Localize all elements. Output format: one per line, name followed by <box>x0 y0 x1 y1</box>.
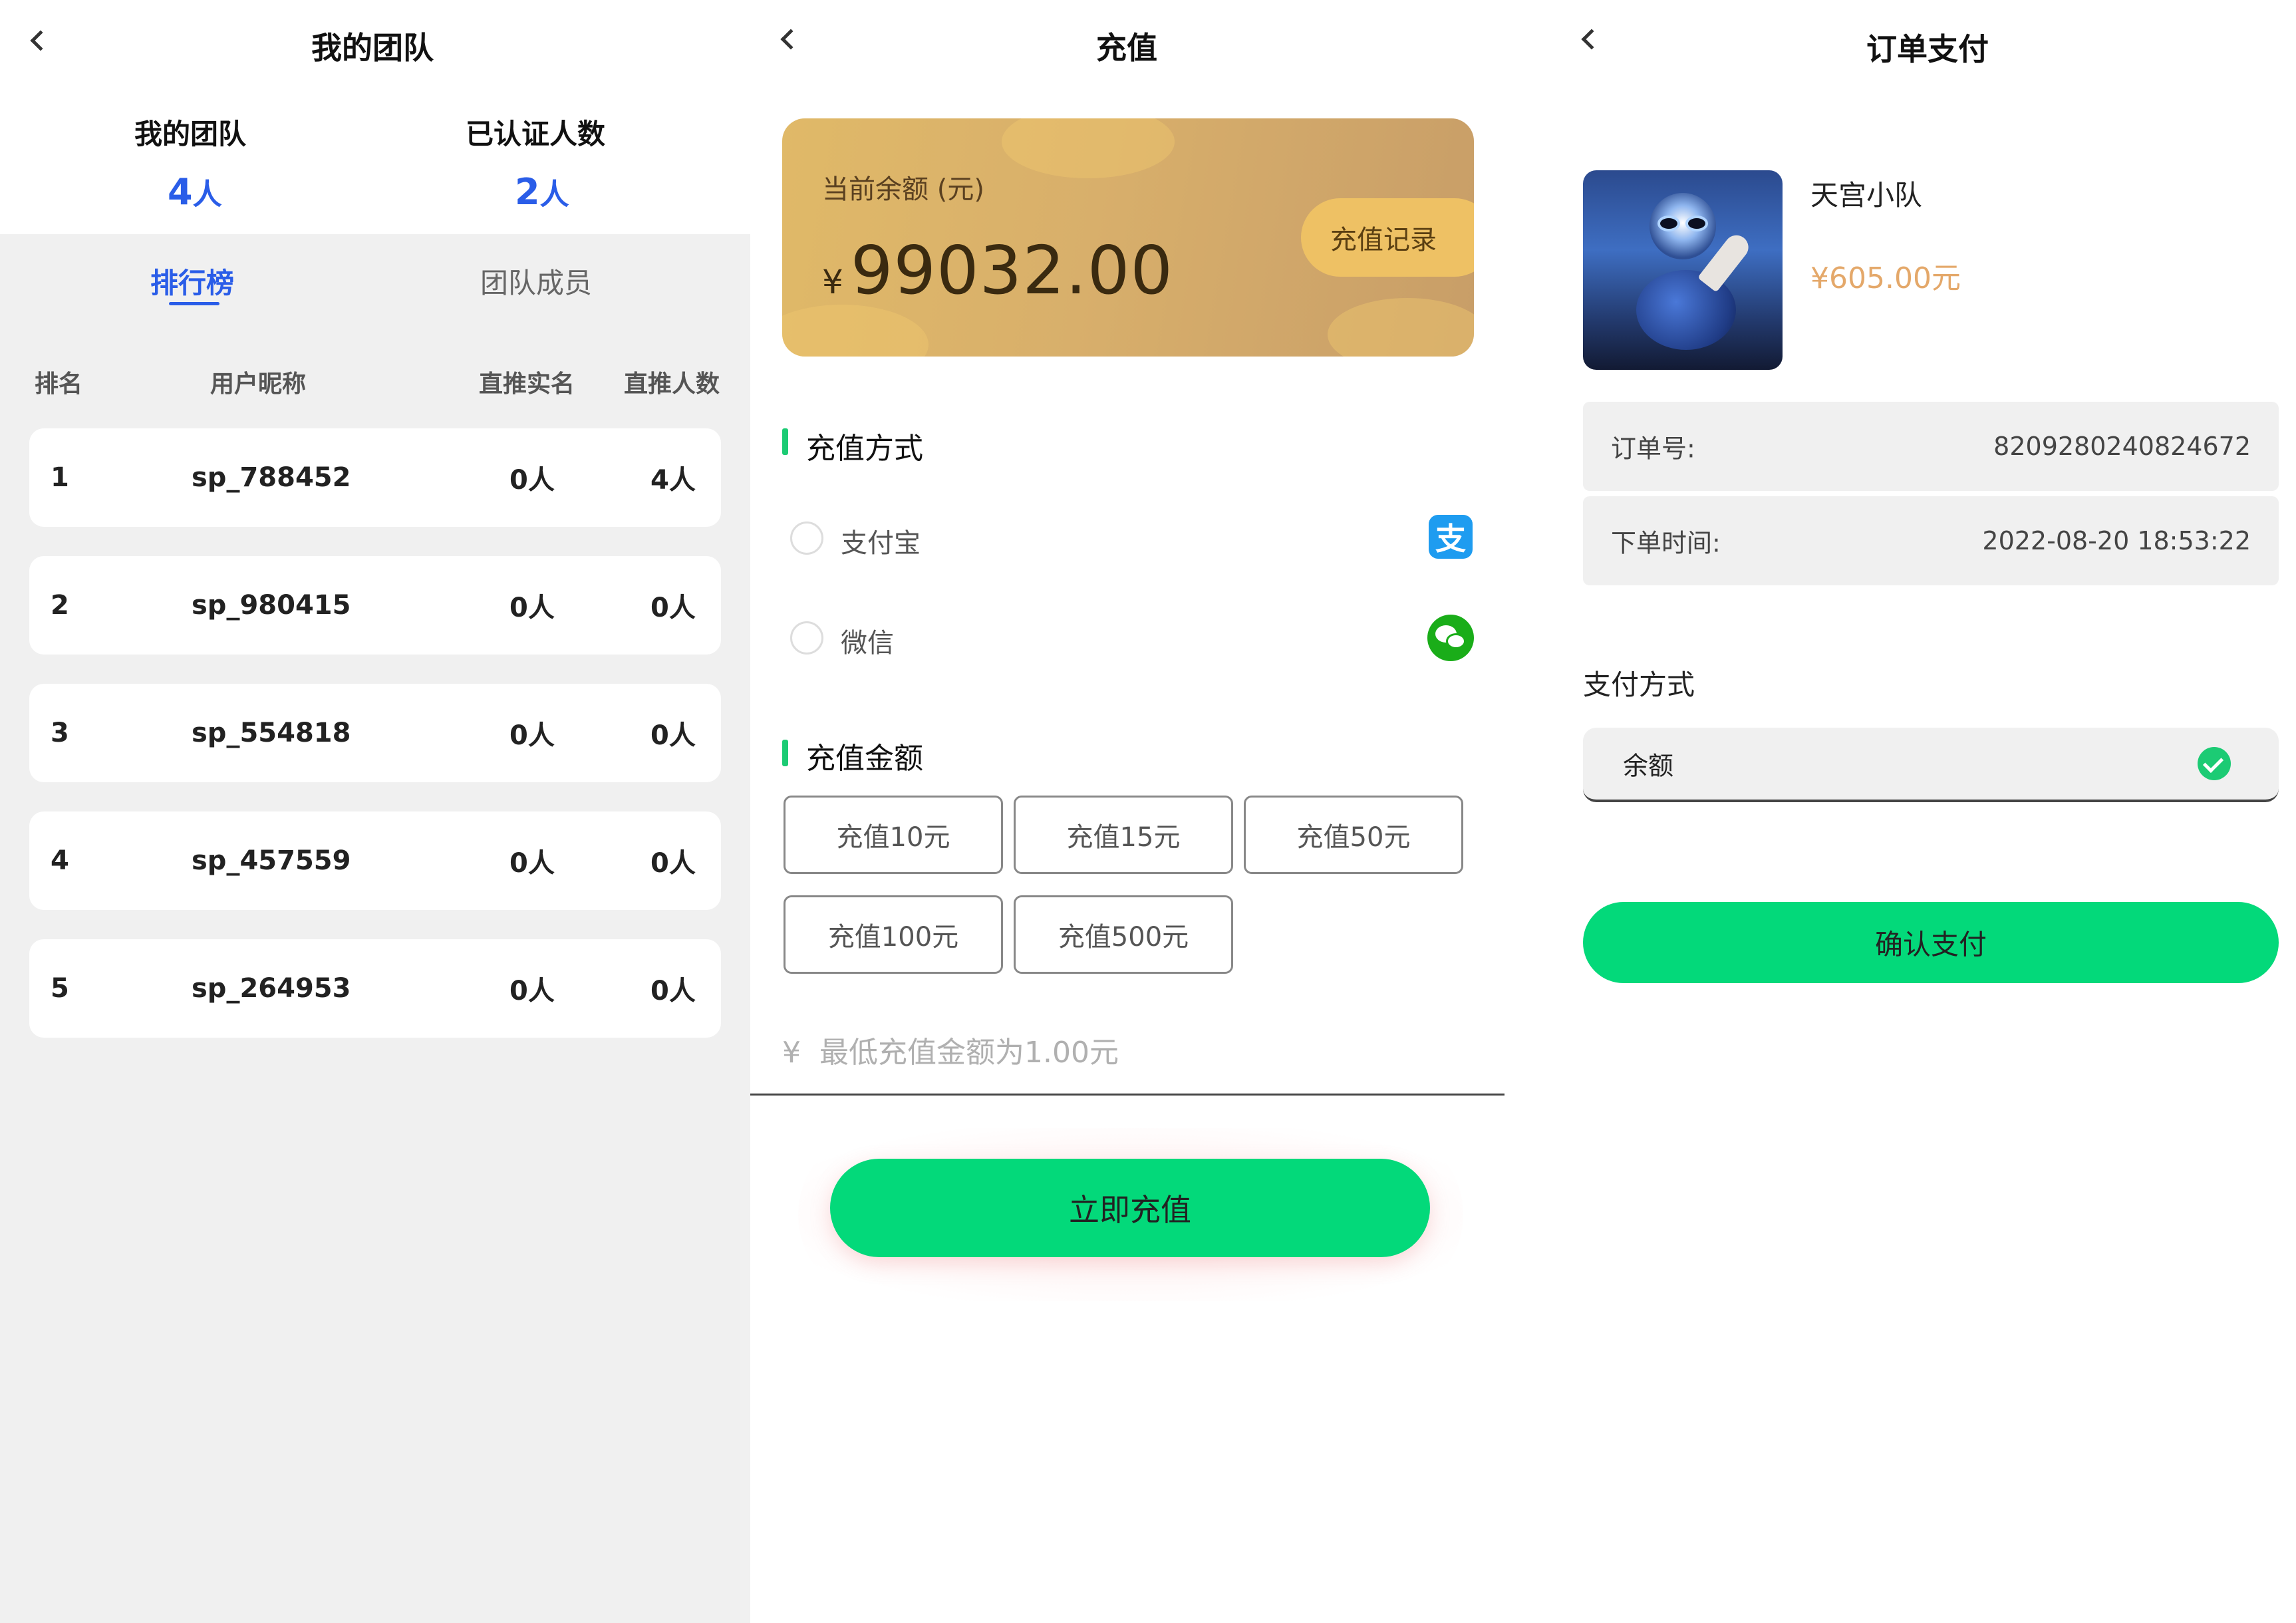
team-header-area: 我的团队 我的团队 4人 已认证人数 2人 <box>0 0 750 234</box>
alipay-radio[interactable] <box>790 521 823 555</box>
custom-amount-input[interactable]: ¥ 最低充值金额为1.00元 <box>782 1028 1119 1071</box>
column-header-rank: 排名 <box>35 370 83 398</box>
row-rank: 3 <box>51 718 69 748</box>
product-image <box>1583 170 1783 370</box>
back-icon[interactable] <box>780 29 801 50</box>
row-nickname: sp_554818 <box>192 718 351 748</box>
team-count-label: 我的团队 <box>134 118 247 150</box>
amount-option-10[interactable]: 充值10元 <box>784 796 1003 874</box>
currency-prefix: ¥ <box>782 1036 801 1070</box>
row-direct: 4人 <box>650 465 696 496</box>
robot-shape <box>1650 193 1716 259</box>
amount-placeholder: 最低充值金额为1.00元 <box>819 1036 1119 1070</box>
input-underline <box>750 1094 1505 1096</box>
row-rank: 5 <box>51 973 69 1004</box>
recharge-now-button[interactable]: 立即充值 <box>830 1159 1430 1257</box>
page-title: 充值 <box>1096 30 1157 66</box>
amount-option-500[interactable]: 充值500元 <box>1014 895 1233 974</box>
product-price: ¥605.00元 <box>1810 261 1961 295</box>
row-rank: 1 <box>51 462 69 493</box>
wechat-label: 微信 <box>841 628 894 659</box>
order-payment-panel: 订单支付 天宫小队 ¥605.00元 订单号: 8209280240824672… <box>1505 0 2296 1623</box>
cloud-decoration <box>782 305 929 357</box>
team-count-value: 4人 <box>168 171 222 213</box>
wechat-radio[interactable] <box>790 621 823 655</box>
row-real-name: 0人 <box>509 848 555 879</box>
balance-card: 当前余额 (元) ¥99032.00 充值记录 <box>782 118 1474 357</box>
recharge-record-button[interactable]: 充值记录 <box>1301 198 1474 277</box>
back-icon[interactable] <box>30 30 51 51</box>
column-header-direct: 直推人数 <box>624 370 720 398</box>
amount-option-100[interactable]: 充值100元 <box>784 895 1003 974</box>
row-real-name: 0人 <box>509 593 555 623</box>
tab-team-members[interactable]: 团队成员 <box>480 261 592 301</box>
order-time-row: 下单时间: 2022-08-20 18:53:22 <box>1583 496 2279 585</box>
row-rank: 4 <box>51 845 69 876</box>
alipay-icon: 支 <box>1429 515 1473 559</box>
cloud-decoration <box>1002 118 1175 178</box>
row-direct: 0人 <box>650 848 696 879</box>
table-row: 2 sp_980415 0人 0人 <box>29 556 721 655</box>
row-nickname: sp_457559 <box>192 845 351 876</box>
verified-count-label: 已认证人数 <box>466 118 606 150</box>
row-direct: 0人 <box>650 976 696 1006</box>
table-row: 3 sp_554818 0人 0人 <box>29 684 721 782</box>
row-nickname: sp_264953 <box>192 973 351 1004</box>
wechat-icon <box>1427 615 1474 661</box>
recharge-panel: 充值 当前余额 (元) ¥99032.00 充值记录 充值方式 支付宝 支 微信… <box>750 0 1505 1623</box>
balance-label: 当前余额 (元) <box>822 174 984 205</box>
recharge-amount-title: 充值金额 <box>806 742 923 776</box>
table-row: 4 sp_457559 0人 0人 <box>29 811 721 910</box>
cloud-decoration <box>1328 298 1474 357</box>
page-title: 订单支付 <box>1866 31 1989 67</box>
row-nickname: sp_980415 <box>192 590 351 621</box>
team-panel: 我的团队 我的团队 4人 已认证人数 2人 排行榜 团队成员 排名 用户昵称 直… <box>0 0 750 1623</box>
page-title: 我的团队 <box>311 30 434 66</box>
row-nickname: sp_788452 <box>192 462 351 493</box>
check-circle-icon <box>2198 747 2231 780</box>
back-icon[interactable] <box>1581 29 1602 50</box>
amount-option-50[interactable]: 充值50元 <box>1244 796 1463 874</box>
tab-ranking[interactable]: 排行榜 <box>150 261 234 301</box>
column-header-nickname: 用户昵称 <box>210 370 307 398</box>
order-time-label: 下单时间: <box>1611 528 1721 558</box>
order-time-value: 2022-08-20 18:53:22 <box>1982 526 2251 555</box>
balance-payment-option[interactable]: 余额 <box>1583 728 2279 802</box>
table-row: 5 sp_264953 0人 0人 <box>29 939 721 1038</box>
row-rank: 2 <box>51 590 69 621</box>
product-name: 天宫小队 <box>1810 179 1923 212</box>
row-real-name: 0人 <box>509 976 555 1006</box>
row-direct: 0人 <box>650 593 696 623</box>
payment-method-title: 支付方式 <box>1583 668 1695 701</box>
section-marker <box>782 428 788 455</box>
confirm-payment-button[interactable]: 确认支付 <box>1583 902 2279 983</box>
amount-option-15[interactable]: 充值15元 <box>1014 796 1233 874</box>
order-number-value: 8209280240824672 <box>1993 432 2251 461</box>
column-header-real-name: 直推实名 <box>479 370 575 398</box>
balance-option-label: 余额 <box>1623 751 1674 781</box>
order-number-label: 订单号: <box>1611 434 1695 464</box>
row-real-name: 0人 <box>509 720 555 751</box>
row-direct: 0人 <box>650 720 696 751</box>
balance-amount: ¥99032.00 <box>822 231 1173 309</box>
alipay-label: 支付宝 <box>841 528 921 559</box>
verified-count-value: 2人 <box>515 171 569 213</box>
table-row: 1 sp_788452 0人 4人 <box>29 428 721 527</box>
section-marker <box>782 740 788 766</box>
recharge-method-title: 充值方式 <box>806 432 923 466</box>
row-real-name: 0人 <box>509 465 555 496</box>
order-number-row: 订单号: 8209280240824672 <box>1583 402 2279 491</box>
tab-active-indicator <box>169 302 219 305</box>
